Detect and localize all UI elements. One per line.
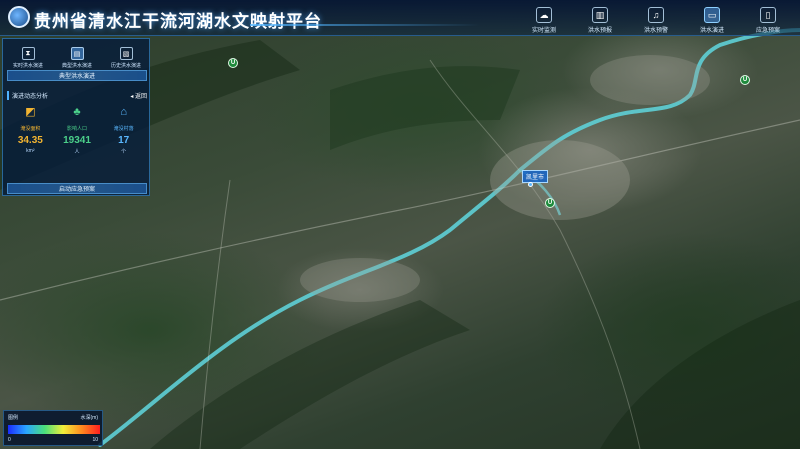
- legend-min: 0: [8, 437, 11, 443]
- legend-title: 图例: [8, 415, 19, 421]
- nav-flood-forecast[interactable]: ▥ 洪水预报: [576, 2, 624, 34]
- app-header: 贵州省清水江干流河湖水文映射平台 ☁ 实时监测 ▥ 洪水预报 ♫ 洪水预警 ▭ …: [0, 0, 800, 36]
- people-icon: ♣: [73, 106, 81, 118]
- cloud-icon: ☁: [536, 7, 552, 23]
- tab-historical-routing[interactable]: ▧ 历史洪水演进: [103, 41, 149, 69]
- stats-row: ◩ 淹没面积 34.35 km² ♣ 影响人口 19341 人 ⌂ 淹没村落 1…: [7, 105, 147, 181]
- legend-max: 10: [92, 437, 98, 443]
- top-nav: ☁ 实时监测 ▥ 洪水预报 ♫ 洪水预警 ▭ 洪水演进 ▯ 应急预案: [520, 2, 792, 34]
- book-icon: ▥: [592, 7, 608, 23]
- area-icon: ◩: [25, 106, 36, 118]
- stat-value: 34.35: [17, 135, 43, 146]
- stat-affected-population: ♣ 影响人口 19341 人: [55, 105, 99, 181]
- location-pin-icon: [528, 182, 533, 187]
- flood-routing-panel: ⧗ 实时洪水演进 ▤ 典型洪水演进 ▧ 历史洪水演进 典型洪水演进 演进动态分析…: [2, 38, 150, 196]
- tab-realtime-routing[interactable]: ⧗ 实时洪水演进: [5, 41, 51, 69]
- analysis-title: 演进动态分析: [12, 94, 49, 100]
- analysis-header: 演进动态分析 ◂ 返回: [7, 91, 147, 100]
- stat-label: 淹没面积: [20, 126, 41, 132]
- page-title: 贵州省清水江干流河湖水文映射平台: [34, 12, 322, 31]
- stat-value: 17: [118, 135, 130, 146]
- section-title-bar[interactable]: 典型洪水演进: [7, 70, 147, 81]
- nav-label: 洪水演进: [699, 28, 724, 34]
- nav-flood-routing[interactable]: ▭ 洪水演进: [688, 2, 736, 34]
- place-label-kaili[interactable]: 凯里市: [522, 170, 549, 183]
- book-open-icon: ▤: [70, 47, 84, 60]
- start-emergency-plan-button[interactable]: 启动应急预案: [7, 183, 147, 194]
- legend-unit: 水深(m): [80, 415, 99, 421]
- nav-label: 实时监测: [531, 28, 556, 34]
- tab-typical-routing[interactable]: ▤ 典型洪水演进: [54, 41, 100, 69]
- nav-realtime-monitoring[interactable]: ☁ 实时监测: [520, 2, 568, 34]
- hourglass-icon: ⧗: [21, 47, 35, 60]
- stat-unit: 个: [121, 149, 127, 155]
- stat-label: 影响人口: [66, 126, 87, 132]
- stat-unit: km²: [26, 148, 35, 154]
- stat-inundated-area: ◩ 淹没面积 34.35 km²: [8, 105, 52, 181]
- document-icon: ▯: [760, 7, 776, 23]
- station-marker[interactable]: U: [740, 75, 750, 85]
- platform-logo: [8, 6, 30, 28]
- bell-icon: ♫: [648, 7, 664, 23]
- stat-unit: 人: [74, 149, 80, 155]
- tab-label: 实时洪水演进: [12, 63, 43, 69]
- panel-tabs: ⧗ 实时洪水演进 ▤ 典型洪水演进 ▧ 历史洪水演进: [5, 41, 149, 69]
- tab-label: 历史洪水演进: [110, 63, 141, 69]
- stat-value: 19341: [63, 135, 91, 146]
- nav-emergency-plan[interactable]: ▯ 应急预案: [744, 2, 792, 34]
- tab-label: 典型洪水演进: [61, 63, 92, 69]
- back-button[interactable]: ◂ 返回: [130, 91, 147, 100]
- depth-legend: 图例 水深(m) 0 10: [3, 410, 103, 446]
- house-icon: ⌂: [120, 106, 127, 118]
- files-icon: ▧: [119, 47, 133, 60]
- monitor-icon: ▭: [704, 7, 720, 23]
- legend-color-ramp: [8, 425, 100, 434]
- header-decoration: [250, 24, 480, 26]
- nav-label: 洪水预报: [587, 28, 612, 34]
- station-marker[interactable]: U: [228, 58, 238, 68]
- station-marker[interactable]: U: [545, 198, 555, 208]
- nav-label: 洪水预警: [643, 28, 668, 34]
- nav-label: 应急预案: [755, 28, 780, 34]
- nav-flood-warning[interactable]: ♫ 洪水预警: [632, 2, 680, 34]
- stat-label: 淹没村落: [113, 126, 134, 132]
- stat-inundated-villages: ⌂ 淹没村落 17 个: [102, 105, 146, 181]
